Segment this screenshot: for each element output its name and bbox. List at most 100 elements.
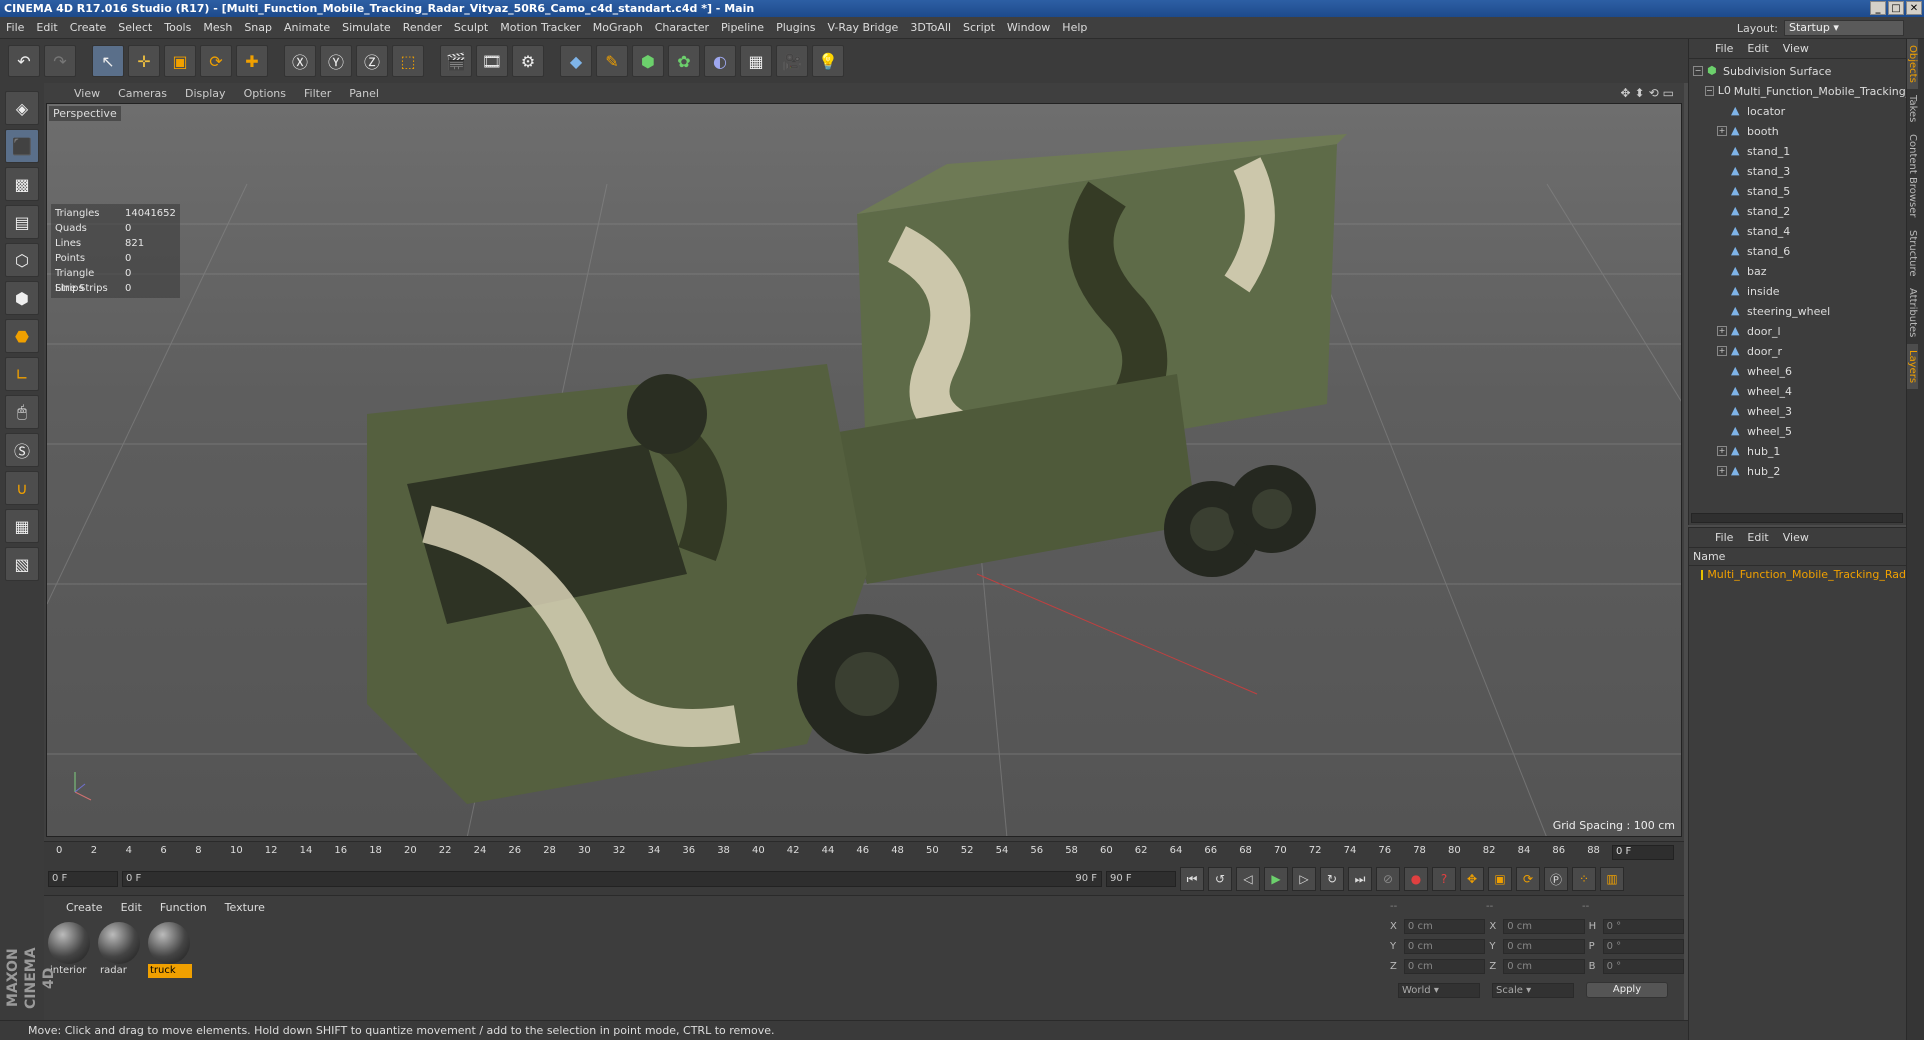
material-menu-item[interactable]: Create: [66, 901, 103, 914]
object-menu-item[interactable]: View: [1783, 42, 1809, 55]
texture-mode-icon[interactable]: ▩: [5, 167, 39, 201]
menu-item[interactable]: V-Ray Bridge: [821, 21, 904, 34]
end-frame-field[interactable]: 90 F: [1106, 871, 1176, 887]
coordinate-field[interactable]: 0 cm: [1503, 938, 1585, 954]
expand-icon[interactable]: +: [1717, 346, 1727, 356]
object-row[interactable]: ▲ wheel_6: [1693, 361, 1906, 381]
current-frame-field[interactable]: 0 F: [1612, 845, 1674, 860]
object-menu-item[interactable]: File: [1715, 42, 1733, 55]
render-settings-icon[interactable]: ⚙: [512, 45, 544, 77]
menu-item[interactable]: Sculpt: [448, 21, 494, 34]
menu-item[interactable]: Help: [1056, 21, 1093, 34]
object-row[interactable]: ▲ stand_2: [1693, 201, 1906, 221]
object-row[interactable]: ▲ wheel_5: [1693, 421, 1906, 441]
key-param-icon[interactable]: Ⓟ: [1544, 867, 1568, 891]
material-menu-item[interactable]: Function: [160, 901, 207, 914]
render-picture-viewer-icon[interactable]: 🎞: [476, 45, 508, 77]
material-swatch[interactable]: truck: [148, 922, 192, 978]
previous-frame-icon[interactable]: ◁: [1236, 867, 1260, 891]
key-pla-icon[interactable]: ⁘: [1572, 867, 1596, 891]
material-menu-item[interactable]: Texture: [225, 901, 265, 914]
mograph-cloner-icon[interactable]: ✿: [668, 45, 700, 77]
redo-icon[interactable]: ↷: [44, 45, 76, 77]
record-keys-icon[interactable]: ⊘: [1376, 867, 1400, 891]
floor-icon[interactable]: ▦: [740, 45, 772, 77]
move-tool-icon[interactable]: ✛: [128, 45, 160, 77]
object-row[interactable]: ▲ locator: [1693, 101, 1906, 121]
menu-item[interactable]: Select: [112, 21, 158, 34]
menu-item[interactable]: Plugins: [770, 21, 821, 34]
expand-icon[interactable]: +: [1717, 126, 1727, 136]
menu-item[interactable]: Character: [649, 21, 715, 34]
viewport-menu-item[interactable]: Cameras: [118, 87, 167, 100]
menu-item[interactable]: Script: [957, 21, 1001, 34]
light-icon[interactable]: 💡: [812, 45, 844, 77]
viewport-nav-icons[interactable]: ✥⬍⟲▭: [1620, 86, 1678, 100]
scale-tool-icon[interactable]: ▣: [164, 45, 196, 77]
object-row[interactable]: + ▲ hub_2: [1693, 461, 1906, 481]
layer-menu-item[interactable]: File: [1715, 531, 1733, 544]
menu-item[interactable]: MoGraph: [587, 21, 649, 34]
object-row[interactable]: ▲ stand_4: [1693, 221, 1906, 241]
magnet-icon[interactable]: ∪: [5, 471, 39, 505]
viewport-menu-item[interactable]: View: [74, 87, 100, 100]
menu-item[interactable]: Tools: [158, 21, 197, 34]
menu-item[interactable]: Edit: [30, 21, 63, 34]
tree-root[interactable]: − ⬢ Subdivision Surface: [1693, 61, 1906, 81]
menu-item[interactable]: Snap: [238, 21, 278, 34]
key-rotation-icon[interactable]: ⟳: [1516, 867, 1540, 891]
side-tab[interactable]: Content Browser: [1907, 128, 1918, 223]
world-dropdown[interactable]: World ▾: [1398, 982, 1480, 998]
model-mode-icon[interactable]: ⬛: [5, 129, 39, 163]
x-axis-icon[interactable]: Ⓧ: [284, 45, 316, 77]
menu-item[interactable]: Mesh: [197, 21, 238, 34]
pen-spline-icon[interactable]: ✎: [596, 45, 628, 77]
axis-mode-icon[interactable]: ∟: [5, 357, 39, 391]
frame-range-slider[interactable]: 0 F 90 F: [122, 871, 1102, 887]
viewport-menu-item[interactable]: Panel: [349, 87, 379, 100]
timeline-icon[interactable]: ▥: [1600, 867, 1624, 891]
object-row[interactable]: ▲ stand_5: [1693, 181, 1906, 201]
object-row[interactable]: ▲ steering_wheel: [1693, 301, 1906, 321]
undo-icon[interactable]: ↶: [8, 45, 40, 77]
collapse-icon[interactable]: −: [1693, 66, 1703, 76]
menu-item[interactable]: 3DToAll: [904, 21, 957, 34]
side-tab[interactable]: Layers: [1907, 343, 1918, 389]
viewport-menu-item[interactable]: Filter: [304, 87, 331, 100]
menu-item[interactable]: Render: [397, 21, 448, 34]
key-position-icon[interactable]: ✥: [1460, 867, 1484, 891]
viewport-menu-item[interactable]: Display: [185, 87, 226, 100]
y-axis-icon[interactable]: Ⓨ: [320, 45, 352, 77]
coordinate-field[interactable]: 0 cm: [1503, 918, 1585, 934]
side-tab[interactable]: Attributes: [1907, 282, 1918, 343]
menu-item[interactable]: Create: [64, 21, 113, 34]
menu-item[interactable]: Simulate: [336, 21, 397, 34]
key-scale-icon[interactable]: ▣: [1488, 867, 1512, 891]
planar-workplane-icon[interactable]: ▧: [5, 547, 39, 581]
object-menu-item[interactable]: Edit: [1747, 42, 1768, 55]
object-row[interactable]: ▲ baz: [1693, 261, 1906, 281]
menu-item[interactable]: Animate: [278, 21, 336, 34]
coordinate-field[interactable]: 0 cm: [1503, 958, 1585, 974]
object-row[interactable]: + ▲ hub_1: [1693, 441, 1906, 461]
expand-icon[interactable]: +: [1717, 326, 1727, 336]
menu-item[interactable]: Pipeline: [715, 21, 770, 34]
layer-row[interactable]: Multi_Function_Mobile_Tracking_Rad: [1689, 566, 1906, 584]
start-frame-field[interactable]: 0 F: [48, 871, 118, 887]
object-row[interactable]: ▲ stand_6: [1693, 241, 1906, 261]
go-to-start-icon[interactable]: ⏮: [1180, 867, 1204, 891]
object-manager-scrollbar[interactable]: [1691, 513, 1903, 523]
recent-tools-icon[interactable]: ✚: [236, 45, 268, 77]
z-axis-icon[interactable]: Ⓩ: [356, 45, 388, 77]
edges-mode-icon[interactable]: ⬢: [5, 281, 39, 315]
go-to-end-icon[interactable]: ⏭: [1348, 867, 1372, 891]
object-row[interactable]: + ▲ door_l: [1693, 321, 1906, 341]
make-editable-icon[interactable]: ◈: [5, 91, 39, 125]
subdivision-icon[interactable]: ⬢: [632, 45, 664, 77]
points-mode-icon[interactable]: ⬡: [5, 243, 39, 277]
maximize-button[interactable]: □: [1888, 1, 1904, 15]
coordinate-field[interactable]: 0 °: [1602, 958, 1684, 974]
layer-menu-item[interactable]: View: [1783, 531, 1809, 544]
rotate-tool-icon[interactable]: ⟳: [200, 45, 232, 77]
layer-menu-item[interactable]: Edit: [1747, 531, 1768, 544]
